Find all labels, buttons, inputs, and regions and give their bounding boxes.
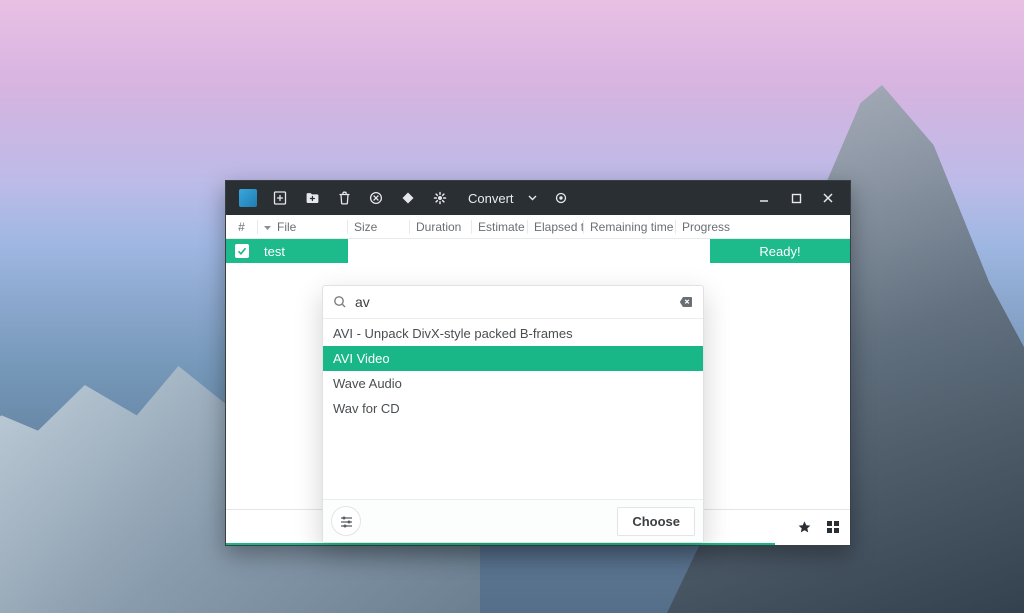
delete-button[interactable] (328, 182, 360, 214)
col-progress[interactable]: Progress (676, 220, 736, 234)
format-settings-button[interactable] (331, 506, 361, 536)
convert-action[interactable]: Convert (456, 191, 545, 206)
row-checkbox[interactable] (226, 239, 258, 263)
convert-label: Convert (468, 191, 514, 206)
record-button[interactable] (545, 182, 577, 214)
search-icon (333, 295, 347, 309)
format-search-input[interactable] (355, 294, 671, 310)
clear-search-button[interactable] (679, 296, 693, 308)
app-logo (232, 182, 264, 214)
format-option[interactable]: AVI Video (323, 346, 703, 371)
row-file: test (258, 239, 348, 263)
titlebar: Convert (226, 181, 850, 215)
col-num[interactable]: # (226, 220, 258, 234)
format-option[interactable]: Wave Audio (323, 371, 703, 396)
maximize-button[interactable] (780, 182, 812, 214)
app-window: Convert # File Size Duration Estimate El… (225, 180, 851, 546)
col-elapsed[interactable]: Elapsed t (528, 220, 584, 234)
favorite-icon[interactable] (797, 520, 812, 535)
format-list: AVI - Unpack DivX-style packed B-framesA… (323, 319, 703, 499)
sliders-icon (339, 514, 354, 529)
col-duration[interactable]: Duration (410, 220, 472, 234)
backspace-icon (679, 296, 693, 308)
chevron-down-icon (528, 195, 537, 201)
format-dropdown: AVI - Unpack DivX-style packed B-framesA… (322, 285, 704, 543)
row-status: Ready! (710, 239, 850, 263)
format-option[interactable]: Wav for CD (323, 396, 703, 421)
file-list-area: AVI - Unpack DivX-style packed B-framesA… (226, 263, 850, 545)
check-icon (237, 246, 247, 256)
table-row[interactable]: test Ready! (226, 239, 850, 263)
stop-button[interactable] (360, 182, 392, 214)
add-file-button[interactable] (264, 182, 296, 214)
format-option[interactable]: AVI - Unpack DivX-style packed B-frames (323, 321, 703, 346)
col-remaining[interactable]: Remaining time (584, 220, 676, 234)
settings-button[interactable] (424, 182, 456, 214)
add-folder-button[interactable] (296, 182, 328, 214)
grid-icon[interactable] (826, 520, 840, 535)
col-size[interactable]: Size (348, 220, 410, 234)
column-headers: # File Size Duration Estimate Elapsed t … (226, 215, 850, 239)
diamond-button[interactable] (392, 182, 424, 214)
col-file[interactable]: File (258, 220, 348, 234)
col-estimate[interactable]: Estimate (472, 220, 528, 234)
minimize-button[interactable] (748, 182, 780, 214)
close-button[interactable] (812, 182, 844, 214)
choose-button[interactable]: Choose (617, 507, 695, 536)
sort-down-icon (264, 223, 271, 231)
